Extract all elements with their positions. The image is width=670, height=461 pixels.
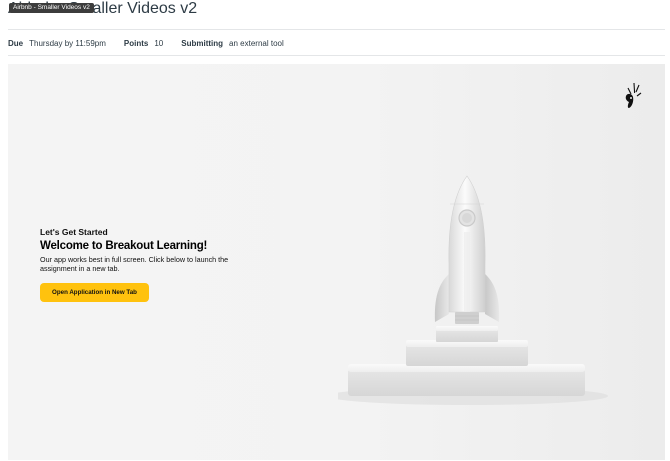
- assignment-page: Airbnb - Smaller Videos v2 Airbnb - Smal…: [0, 0, 670, 461]
- external-tool-frame: Let's Get Started Welcome to Breakout Le…: [8, 64, 665, 460]
- welcome-body: Our app works best in full screen. Click…: [40, 255, 229, 273]
- due-label: Due: [8, 38, 24, 48]
- submitting-value: an external tool: [229, 38, 284, 48]
- rocket-on-podium-icon: [338, 175, 608, 405]
- breakout-learning-logo-icon: [625, 82, 642, 108]
- title-tooltip: Airbnb - Smaller Videos v2: [9, 3, 94, 13]
- assignment-details: Due Thursday by 11:59pm Points 10 Submit…: [8, 36, 302, 50]
- due-value: Thursday by 11:59pm: [29, 38, 106, 48]
- points-value: 10: [154, 38, 164, 48]
- welcome-kicker: Let's Get Started: [40, 227, 108, 237]
- title-area: Airbnb - Smaller Videos v2 Airbnb - Smal…: [8, 0, 197, 24]
- details-divider: [8, 55, 665, 56]
- header-divider: [8, 29, 665, 30]
- submitting-label: Submitting: [181, 38, 224, 48]
- welcome-panel: Let's Get Started Welcome to Breakout Le…: [40, 227, 270, 273]
- open-application-button[interactable]: Open Application in New Tab: [40, 283, 149, 302]
- welcome-heading: Welcome to Breakout Learning!: [40, 240, 208, 252]
- points-label: Points: [123, 38, 149, 48]
